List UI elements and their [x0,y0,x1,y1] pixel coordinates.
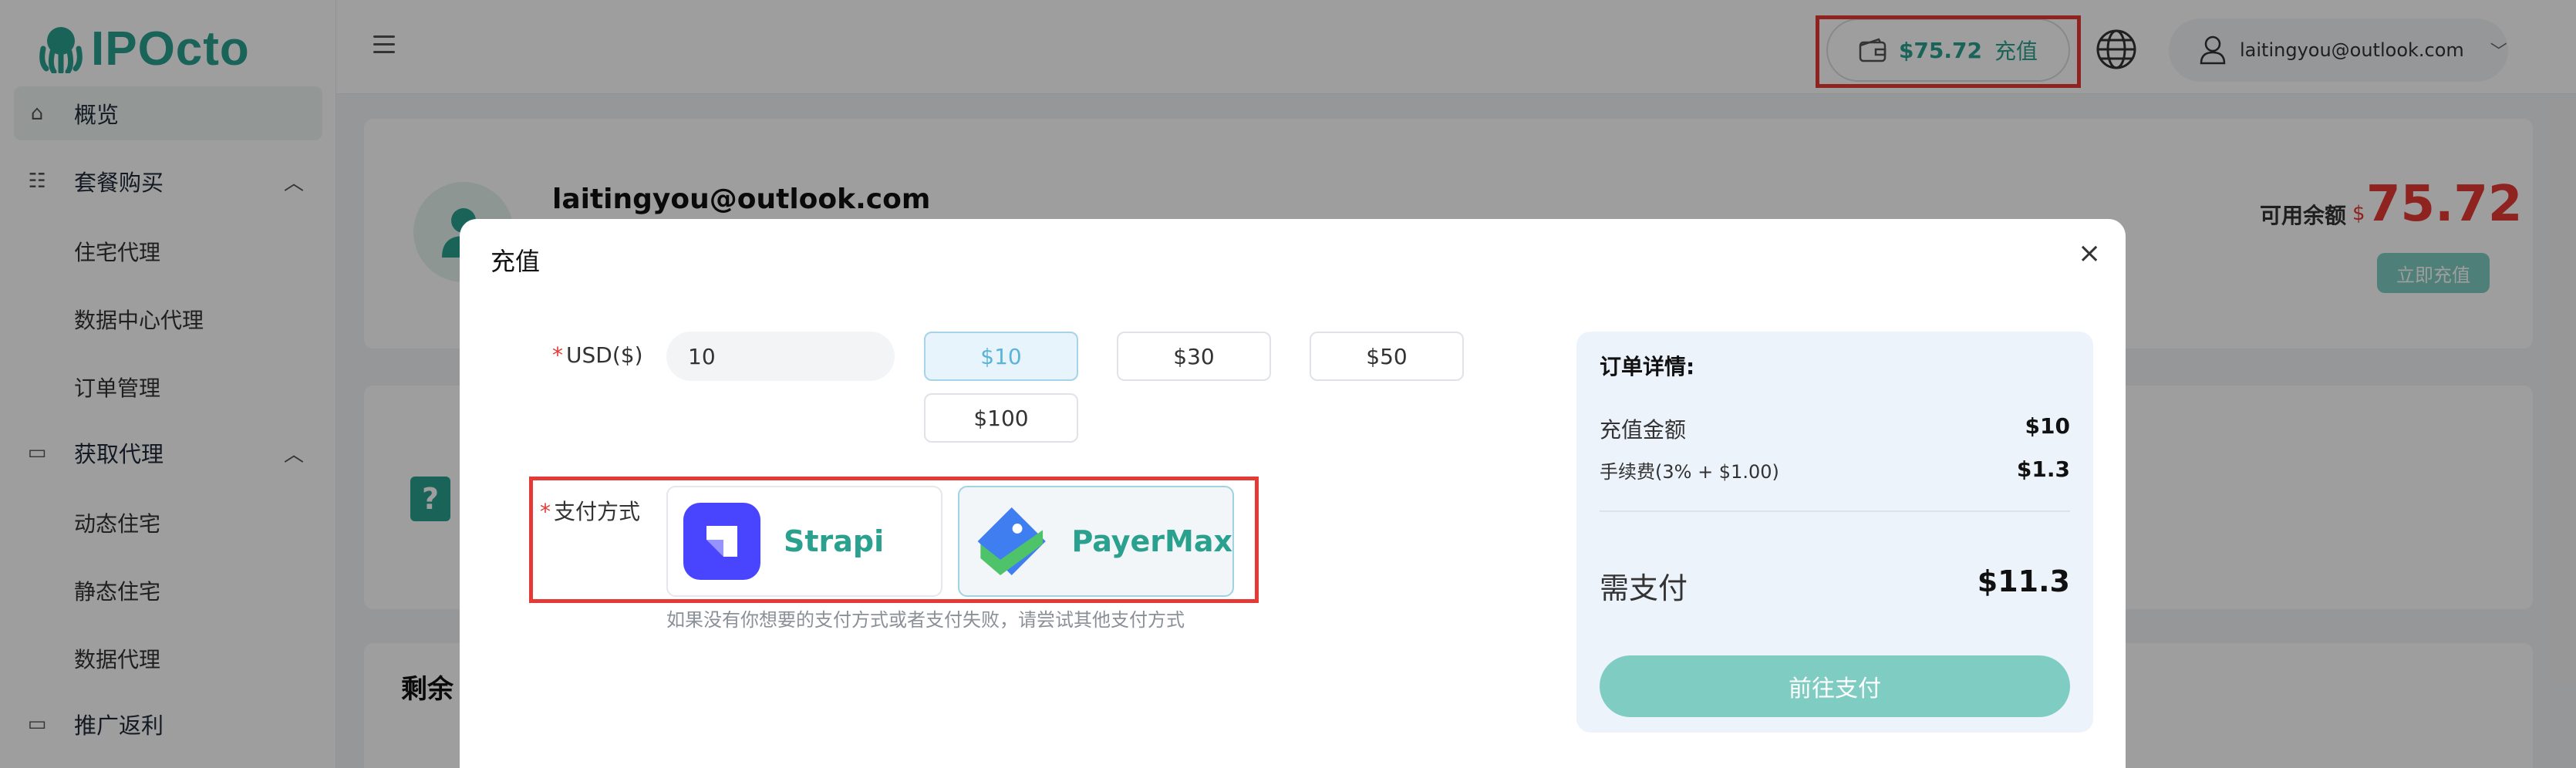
highlight-box-payment-methods [529,477,1259,603]
payment-hint: 如果没有你想要的支付方式或者支付失败，请尝试其他支付方式 [666,609,1185,631]
usd-field-label: * USD($) [552,342,643,368]
usd-label-text: USD($) [566,342,643,368]
close-icon[interactable]: × [2078,237,2101,269]
amount-option-100[interactable]: $100 [924,393,1078,443]
modal-title: 充值 [491,247,541,276]
total-label: 需支付 [1600,571,1688,605]
total-value: $11.3 [1977,564,2070,598]
amount-option-30[interactable]: $30 [1117,332,1271,381]
amount-option-50[interactable]: $50 [1310,332,1464,381]
recharge-amount-label: 充值金额 [1600,417,1687,443]
required-mark: * [552,342,563,368]
recharge-amount-value: $10 [2025,413,2070,439]
proceed-to-pay-button[interactable]: 前往支付 [1600,655,2070,717]
amount-option-10[interactable]: $10 [924,332,1078,381]
fee-label: 手续费(3% + $1.00) [1600,461,1779,483]
usd-amount-input[interactable] [666,332,895,381]
order-details-panel: 订单详情: 充值金额 $10 手续费(3% + $1.00) $1.3 需支付 … [1576,332,2093,733]
order-divider [1600,510,2070,512]
order-details-title: 订单详情: [1600,354,1695,379]
fee-value: $1.3 [2016,456,2070,482]
